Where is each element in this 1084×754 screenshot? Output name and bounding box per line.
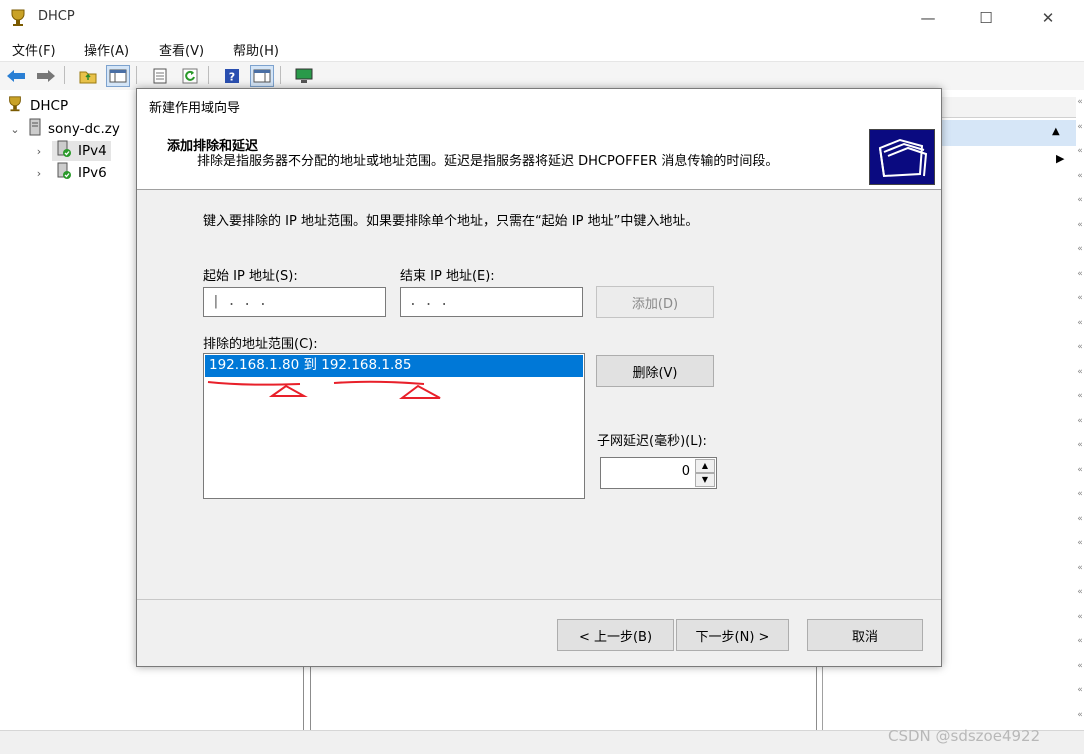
maximize-button[interactable]: ☐ <box>968 6 1004 30</box>
results-pane-inner <box>310 665 817 730</box>
properties-icon[interactable] <box>148 65 172 87</box>
menu-file[interactable]: 文件(F) <box>12 40 56 59</box>
remove-button[interactable]: 删除(V) <box>596 355 714 387</box>
tree-label: DHCP <box>30 98 69 114</box>
chevron-right-icon[interactable]: › <box>32 145 46 158</box>
subnet-delay-stepper[interactable]: 0 ▲ ▼ <box>600 457 717 489</box>
dhcp-app-icon <box>8 8 28 32</box>
actions-header <box>940 97 1076 118</box>
console-tree-icon[interactable] <box>106 65 130 87</box>
dhcp-icon <box>6 95 24 117</box>
end-ip-field[interactable]: . . . <box>400 287 583 317</box>
display-icon[interactable] <box>292 65 316 87</box>
start-ip-field[interactable]: | . . . <box>203 287 386 317</box>
close-button[interactable]: ✕ <box>1030 6 1066 30</box>
menu-view[interactable]: 查看(V) <box>159 40 204 59</box>
tree-label: sony-dc.zy <box>48 121 120 137</box>
submenu-right-icon[interactable]: ▶ <box>1056 152 1064 165</box>
toolbar-separator <box>64 66 65 84</box>
toolbar-separator <box>136 66 137 84</box>
list-item[interactable]: 192.168.1.80 到 192.168.1.85 <box>205 355 583 377</box>
ipv4-icon <box>56 140 72 162</box>
instruction-text: 键入要排除的 IP 地址范围。如果要排除单个地址，只需在“起始 IP 地址”中键… <box>203 214 699 229</box>
subnet-delay-label: 子网延迟(毫秒)(L): <box>597 434 707 449</box>
cancel-button[interactable]: 取消 <box>807 619 923 651</box>
new-scope-wizard-dialog: 新建作用域向导 添加排除和延迟 排除是指服务器不分配的地址或地址范围。延迟是指服… <box>136 88 942 667</box>
forward-arrow-icon[interactable] <box>34 65 58 87</box>
tree-item-dhcp[interactable]: DHCP <box>6 95 68 117</box>
tree-item-ipv6[interactable]: › IPv6 <box>32 162 111 184</box>
menu-action[interactable]: 操作(A) <box>84 40 129 59</box>
minimize-button[interactable]: — <box>910 6 946 30</box>
add-button[interactable]: 添加(D) <box>596 286 714 318</box>
dialog-titlebar <box>137 89 941 119</box>
ipv6-icon <box>56 162 72 184</box>
svg-text:?: ? <box>229 71 235 84</box>
server-icon <box>28 118 42 140</box>
tree-item-ipv4-selected[interactable]: IPv4 <box>52 140 111 162</box>
excluded-ranges-list[interactable]: 192.168.1.80 到 192.168.1.85 <box>203 353 585 499</box>
button-separator <box>137 599 941 600</box>
wizard-folders-icon <box>869 129 935 185</box>
next-button[interactable]: 下一步(N) > <box>676 619 789 651</box>
dialog-title: 新建作用域向导 <box>149 101 241 116</box>
action-pane-icon[interactable] <box>250 65 274 87</box>
toolbar-separator <box>208 66 209 84</box>
watermark: CSDN @sdszoe4922 <box>888 727 1041 745</box>
tree-item-ipv4[interactable]: › IPv4 <box>32 140 111 162</box>
tree-label: IPv4 <box>78 143 107 159</box>
subnet-delay-value: 0 <box>681 464 690 479</box>
back-arrow-icon[interactable] <box>4 65 28 87</box>
menu-help[interactable]: 帮助(H) <box>233 40 279 59</box>
refresh-icon[interactable] <box>178 65 202 87</box>
right-edge-strip: «««««««««««««««««««««««««« <box>1076 90 1084 730</box>
toolbar-separator <box>280 66 281 84</box>
back-button[interactable]: < 上一步(B) <box>557 619 674 651</box>
wizard-page-description: 排除是指服务器不分配的地址或地址范围。延迟是指服务器将延迟 DHCPOFFER … <box>197 154 779 169</box>
spin-up-icon[interactable]: ▲ <box>695 459 715 473</box>
excluded-ranges-label: 排除的地址范围(C): <box>203 337 318 352</box>
tree-item-server[interactable]: ⌄ sony-dc.zy <box>8 118 120 140</box>
window-title: DHCP <box>38 9 75 24</box>
red-annotation-underline <box>207 380 441 399</box>
help-icon[interactable]: ? <box>220 65 244 87</box>
collapse-up-icon[interactable]: ▲ <box>1052 126 1060 137</box>
spin-down-icon[interactable]: ▼ <box>695 473 715 487</box>
folder-up-icon[interactable] <box>76 65 100 87</box>
chevron-down-icon[interactable]: ⌄ <box>8 123 22 136</box>
chevron-right-icon[interactable]: › <box>32 167 46 180</box>
start-ip-label: 起始 IP 地址(S): <box>203 269 298 284</box>
end-ip-label: 结束 IP 地址(E): <box>400 269 495 284</box>
tree-label: IPv6 <box>78 165 107 181</box>
